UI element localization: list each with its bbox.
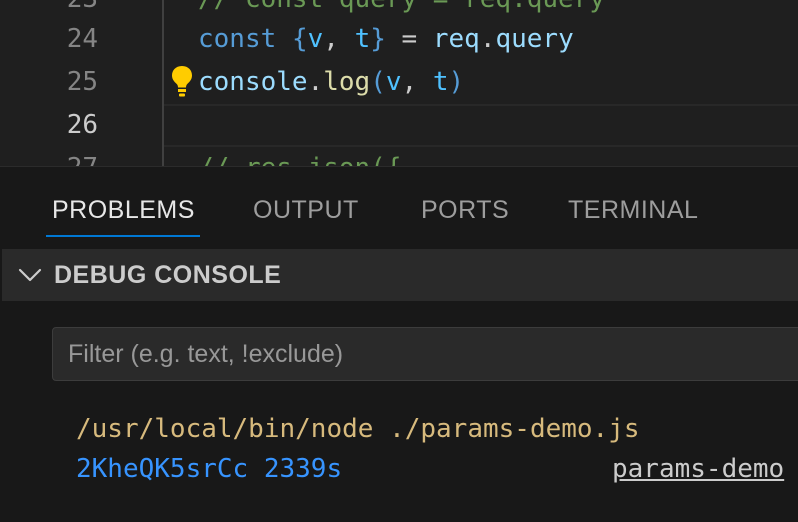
panel-tabs: PROBLEMS OUTPUT PORTS TERMINAL — [0, 167, 798, 249]
console-output-line: 2KheQK5srCc 2339s — [76, 454, 343, 484]
debug-console-header[interactable]: DEBUG CONSOLE — [2, 249, 798, 301]
line-number: 25 — [66, 67, 98, 97]
operator-token: = — [385, 24, 433, 54]
tab-problems[interactable]: PROBLEMS — [52, 193, 195, 227]
punct-token: . — [479, 24, 496, 54]
line-number: 24 — [66, 24, 98, 54]
paren-token: ( — [370, 67, 386, 97]
variable-token: console — [198, 67, 308, 97]
current-line-highlight — [164, 104, 798, 147]
lightbulb-icon[interactable] — [170, 64, 194, 98]
paren-token: ) — [448, 67, 465, 97]
bottom-panel: PROBLEMS OUTPUT PORTS TERMINAL DEBUG CON… — [0, 166, 798, 522]
code-line[interactable]: // res.json({ — [198, 147, 402, 166]
punct-token: , — [323, 24, 355, 54]
variable-token: v — [307, 24, 324, 54]
punct-token: . — [307, 67, 324, 97]
filter-input[interactable] — [52, 327, 798, 381]
variable-token: t — [354, 24, 371, 54]
keyword-token: const — [198, 24, 277, 54]
variable-token: req — [432, 24, 480, 54]
section-title: DEBUG CONSOLE — [54, 261, 282, 289]
brace-token: { — [291, 24, 308, 54]
punct-token: , — [401, 67, 433, 97]
property-token: query — [495, 24, 574, 54]
active-tab-indicator — [46, 235, 200, 237]
function-token: log — [323, 67, 371, 97]
code-line[interactable]: const {v, t} = req.query — [198, 18, 574, 61]
brace-token: } — [370, 24, 386, 54]
code-editor[interactable]: 23 24 25 26 27 // const query = req.quer… — [0, 0, 798, 166]
tab-ports[interactable]: PORTS — [421, 193, 509, 227]
line-number-current: 26 — [66, 110, 98, 140]
console-output-line: /usr/local/bin/node ./params-demo.js — [76, 414, 640, 444]
chevron-down-icon[interactable] — [16, 261, 44, 289]
tab-terminal[interactable]: TERMINAL — [568, 193, 698, 227]
variable-token: v — [385, 67, 402, 97]
source-location-link[interactable]: params-demo — [612, 449, 784, 489]
variable-token: t — [432, 67, 449, 97]
code-line[interactable]: console.log(v, t) — [198, 61, 464, 104]
tab-output[interactable]: OUTPUT — [253, 193, 359, 227]
line-number: 27 — [0, 147, 98, 166]
